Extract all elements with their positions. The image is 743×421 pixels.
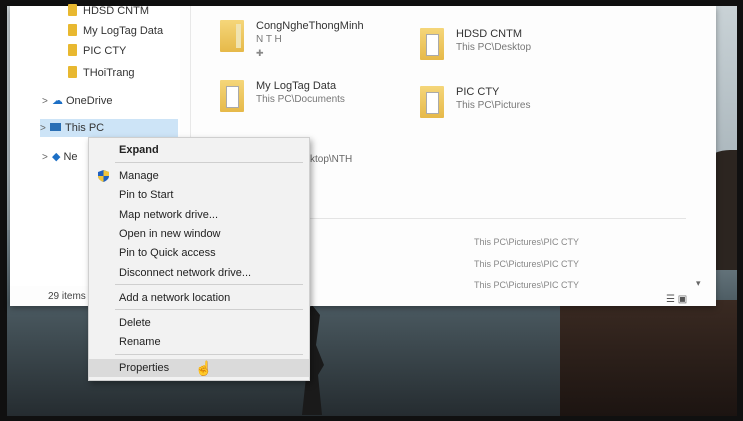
menu-item-pin-quick-access[interactable]: Pin to Quick access <box>89 244 309 262</box>
pin-icon: ✚ <box>256 48 264 58</box>
section-divider <box>246 218 686 219</box>
status-item-count: 29 items <box>48 291 86 302</box>
nav-item-this-pc[interactable]: > This PC <box>40 119 178 137</box>
menu-separator <box>115 284 303 285</box>
tile-name: My LogTag Data <box>256 80 337 92</box>
context-menu: Expand Manage Pin to Start Map network d… <box>88 137 310 381</box>
folder-icon <box>420 28 444 60</box>
chevron-right-icon[interactable]: > <box>40 120 50 138</box>
nav-item-my-logtag-data[interactable]: My LogTag Data <box>68 22 163 40</box>
menu-separator <box>115 354 303 355</box>
menu-separator <box>115 162 303 163</box>
menu-item-add-network-location[interactable]: Add a network location <box>89 289 309 307</box>
nav-item-onedrive[interactable]: > ☁ OneDrive <box>42 92 112 110</box>
network-icon: ◆ <box>52 151 61 163</box>
menu-item-map-network-drive[interactable]: Map network drive... <box>89 206 309 224</box>
hand-cursor-icon: ☝ <box>195 360 213 376</box>
tile-name: PIC CTY <box>456 86 500 98</box>
tile-pic-cty[interactable]: PIC CTY This PC\Pictures <box>420 86 600 130</box>
nav-item-pic-cty[interactable]: PIC CTY <box>68 42 126 60</box>
tile-name: CongNgheThongMinh <box>256 20 364 32</box>
menu-item-pin-to-start[interactable]: Pin to Start <box>89 186 309 204</box>
menu-item-manage[interactable]: Manage <box>89 167 309 185</box>
recent-file-path[interactable]: This PC\Pictures\PIC CTY <box>474 280 579 290</box>
folder-icon <box>68 44 77 56</box>
chevron-right-icon[interactable]: > <box>42 149 52 167</box>
tile-subtitle: This PC\Documents <box>256 94 345 105</box>
menu-separator <box>115 309 303 310</box>
partial-path-text: ktop\NTH <box>310 154 353 165</box>
menu-item-delete[interactable]: Delete <box>89 314 309 332</box>
tile-name: HDSD CNTM <box>456 28 522 40</box>
tile-subtitle: N T H <box>256 34 282 45</box>
tile-subtitle: This PC\Pictures <box>456 100 531 111</box>
cloud-icon: ☁ <box>52 95 63 107</box>
chevron-right-icon[interactable]: > <box>42 93 52 111</box>
menu-item-expand[interactable]: Expand <box>89 141 309 159</box>
folder-icon <box>68 24 77 36</box>
tile-subtitle: This PC\Desktop <box>456 42 532 53</box>
folder-icon <box>420 86 444 118</box>
folder-icon <box>220 20 244 52</box>
nav-item-thoitrang[interactable]: THoiTrang <box>68 64 135 82</box>
nav-item-network[interactable]: > ◆ Ne <box>42 148 78 166</box>
wallpaper-shore <box>560 300 737 416</box>
scroll-down-icon[interactable]: ▾ <box>696 278 701 289</box>
menu-item-disconnect-network-drive[interactable]: Disconnect network drive... <box>89 264 309 282</box>
uac-shield-icon <box>98 170 109 182</box>
folder-icon <box>220 80 244 112</box>
folder-icon <box>68 66 77 78</box>
recent-file-path[interactable]: This PC\Pictures\PIC CTY <box>474 259 579 269</box>
nav-item-hdsd-cntm[interactable]: HDSD CNTM <box>68 2 149 20</box>
folder-icon <box>68 4 77 16</box>
recent-file-path[interactable]: This PC\Pictures\PIC CTY <box>474 237 579 247</box>
tile-my-logtag-data[interactable]: My LogTag Data This PC\Documents <box>220 80 400 124</box>
view-mode-icons[interactable]: ☰ ▣ <box>666 294 687 305</box>
computer-icon <box>50 123 61 131</box>
menu-item-rename[interactable]: Rename <box>89 333 309 351</box>
tile-congnghethongminh[interactable]: CongNgheThongMinh N T H ✚ <box>220 20 400 64</box>
menu-item-open-new-window[interactable]: Open in new window <box>89 225 309 243</box>
tile-hdsd-cntm[interactable]: HDSD CNTM This PC\Desktop <box>420 28 600 72</box>
